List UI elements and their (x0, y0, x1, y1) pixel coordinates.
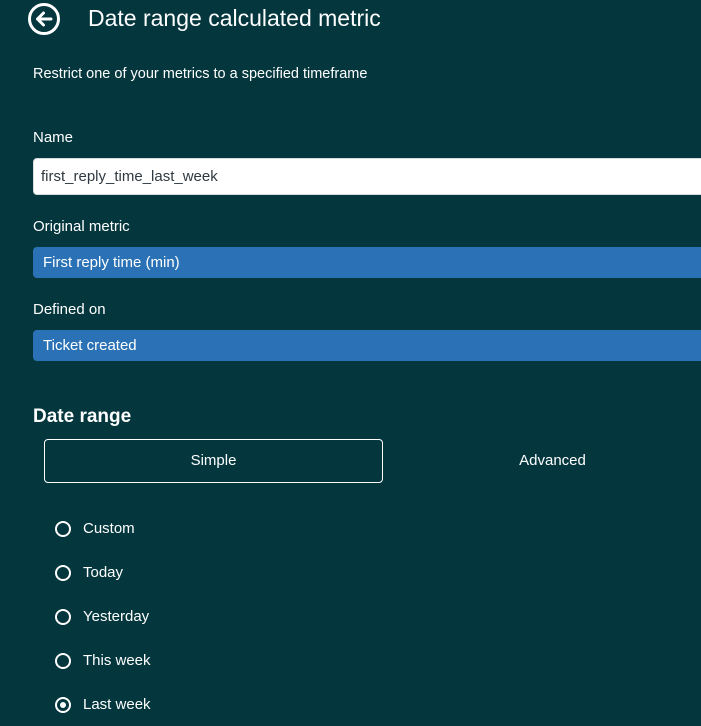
arrow-left-circle-icon (28, 3, 60, 35)
tab-simple[interactable]: Simple (44, 439, 383, 483)
radio-button[interactable] (55, 521, 71, 537)
original-metric-select[interactable]: First reply time (min) (33, 247, 701, 278)
original-metric-label: Original metric (33, 218, 130, 235)
date-range-title: Date range (33, 406, 132, 427)
defined-on-value: Ticket created (43, 337, 137, 354)
defined-on-select[interactable]: Ticket created (33, 330, 701, 361)
radio-option-today[interactable]: Today (55, 563, 123, 583)
name-label: Name (33, 129, 74, 146)
page-title: Date range calculated metric (88, 5, 381, 31)
radio-button[interactable] (55, 653, 71, 669)
tab-advanced-label: Advanced (519, 452, 586, 469)
radio-label: Yesterday (83, 608, 150, 625)
radio-option-yesterday[interactable]: Yesterday (55, 607, 149, 627)
radio-label: Custom (83, 520, 135, 537)
defined-on-label: Defined on (33, 301, 106, 318)
tab-simple-label: Simple (190, 452, 237, 469)
original-metric-value: First reply time (min) (43, 254, 180, 271)
radio-label: Last week (83, 696, 151, 713)
tab-advanced[interactable]: Advanced (383, 439, 701, 483)
radio-button-selected[interactable] (55, 697, 71, 713)
radio-option-this-week[interactable]: This week (55, 651, 151, 671)
radio-option-custom[interactable]: Custom (55, 519, 135, 539)
date-range-metric-page: Date range calculated metric Restrict on… (0, 0, 701, 726)
radio-option-last-week[interactable]: Last week (55, 695, 151, 715)
page-subtitle: Restrict one of your metrics to a specif… (33, 66, 368, 82)
back-button[interactable] (27, 2, 61, 36)
radio-label: This week (83, 652, 151, 669)
radio-button[interactable] (55, 565, 71, 581)
radio-button[interactable] (55, 609, 71, 625)
name-input[interactable] (33, 158, 701, 195)
radio-label: Today (83, 564, 124, 581)
